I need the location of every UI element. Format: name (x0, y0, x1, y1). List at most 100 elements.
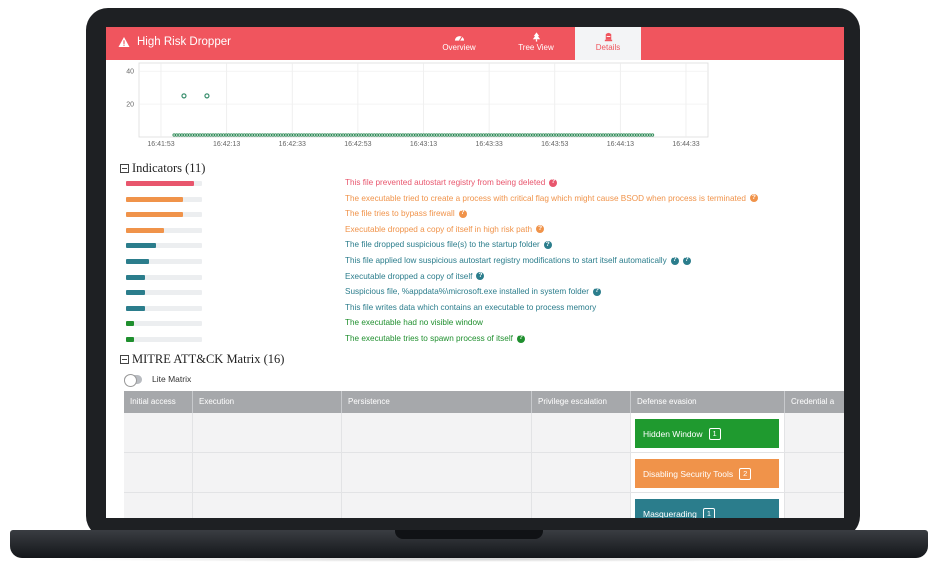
baseline-point (445, 133, 449, 137)
indicator-item: The executable tried to create a process… (345, 194, 758, 203)
x-tick-label: 16:43:13 (410, 141, 437, 148)
baseline-point (188, 133, 192, 137)
baseline-point (338, 133, 343, 137)
help-icon[interactable]: ? (670, 256, 679, 265)
matrix-cell (193, 493, 342, 518)
technique-label: Disabling Security Tools (643, 468, 734, 479)
matrix-cell (785, 493, 844, 518)
baseline-point (437, 133, 441, 137)
baseline-point (341, 133, 345, 137)
technique-chip[interactable]: Masquerading 1 (635, 499, 779, 518)
matrix-cell (342, 493, 532, 518)
baseline-point (292, 133, 296, 137)
help-icon[interactable]: ? (543, 240, 552, 249)
indicator-row: This file writes data which contains an … (126, 302, 826, 316)
baseline-point (398, 133, 402, 137)
baseline-point (411, 133, 415, 137)
help-icon[interactable]: ? (536, 225, 545, 234)
header-bar: High Risk Dropper Overview Tree View Det… (106, 27, 844, 60)
baseline-point (601, 133, 605, 137)
baseline-point (546, 133, 551, 137)
severity-bar (126, 181, 195, 186)
baseline-point (557, 133, 561, 137)
mitre-title: MITRE ATT&CK Matrix (16) (132, 352, 285, 366)
matrix-column-header[interactable]: Defense evasion (631, 391, 785, 413)
x-tick-label: 16:43:53 (541, 141, 568, 148)
help-icon[interactable]: ? (592, 287, 601, 296)
indicator-row: Executable dropped a copy of itself in h… (126, 224, 826, 238)
baseline-point (650, 133, 655, 137)
help-icon[interactable]: ? (749, 194, 758, 203)
tree-icon (532, 32, 540, 42)
baseline-point (247, 133, 252, 137)
baseline-point (175, 133, 179, 137)
severity-bar-track (126, 321, 202, 327)
technique-chip[interactable]: Disabling Security Tools 2 (635, 459, 779, 488)
baseline-point (263, 133, 267, 137)
baseline-point (323, 133, 327, 137)
baseline-point (229, 133, 233, 137)
baseline-point (627, 133, 631, 137)
lite-matrix-toggle-row: Lite Matrix (124, 373, 191, 387)
baseline-point (312, 133, 317, 137)
help-icon[interactable]: ? (516, 334, 525, 343)
matrix-column-header[interactable]: Initial access (124, 391, 193, 413)
baseline-point (258, 133, 262, 137)
baseline-point (396, 133, 400, 137)
help-icon[interactable]: ? (682, 256, 691, 265)
baseline-point (427, 133, 431, 137)
header-title: High Risk Dropper (118, 36, 231, 48)
baseline-point (250, 133, 254, 137)
baseline-point (604, 133, 608, 137)
baseline-point (645, 133, 649, 137)
baseline-point (232, 133, 236, 137)
data-point (181, 93, 187, 99)
baseline-point (198, 133, 202, 137)
baseline-point (219, 133, 223, 137)
indicators-heading[interactable]: Indicators (11) (120, 161, 205, 176)
baseline-point (580, 133, 584, 137)
baseline-point (214, 133, 218, 137)
baseline-point (479, 133, 483, 137)
baseline-point (507, 133, 512, 137)
technique-count-badge: 2 (739, 467, 752, 480)
baseline-point (562, 133, 566, 137)
lite-matrix-toggle[interactable] (124, 373, 142, 387)
indicator-row: This file applied low suspicious autosta… (126, 255, 826, 269)
tab-tree-view[interactable]: Tree View (503, 27, 569, 60)
matrix-column-header[interactable]: Persistence (342, 391, 532, 413)
baseline-point (583, 133, 587, 137)
details-icon (604, 32, 612, 42)
severity-bar (126, 243, 157, 249)
baseline-point (567, 133, 571, 137)
tab-details[interactable]: Details (575, 27, 641, 60)
severity-bar-track (126, 227, 202, 233)
warning-icon (118, 37, 130, 47)
collapse-icon (120, 355, 129, 364)
indicator-item: The file tries to bypass firewall? (345, 209, 467, 218)
help-icon[interactable]: ? (476, 272, 485, 281)
help-icon[interactable]: ? (458, 209, 467, 218)
indicator-item: Executable dropped a copy of itself? (345, 271, 485, 281)
tab-overview[interactable]: Overview (426, 27, 492, 60)
baseline-point (354, 133, 358, 137)
baseline-point (585, 133, 590, 137)
matrix-column-header[interactable]: Execution (193, 391, 342, 413)
baseline-point (393, 133, 397, 137)
help-icon[interactable]: ? (549, 178, 558, 187)
matrix-column-header[interactable]: Credential a (785, 391, 844, 413)
baseline-point (255, 133, 259, 137)
mitre-heading[interactable]: MITRE ATT&CK Matrix (16) (120, 352, 284, 367)
baseline-point (559, 133, 564, 137)
matrix-row: Hidden Window 1 (124, 413, 844, 453)
indicator-text: Executable dropped a copy of itself (345, 271, 473, 281)
severity-bar (126, 259, 149, 264)
baseline-point (414, 133, 418, 137)
baseline-point (172, 133, 176, 137)
technique-chip[interactable]: Hidden Window 1 (635, 419, 779, 448)
baseline-point (539, 133, 543, 137)
matrix-column-header[interactable]: Privilege escalation (532, 391, 631, 413)
baseline-point (515, 133, 519, 137)
baseline-point (372, 133, 376, 137)
indicator-row: The executable tries to spawn process of… (126, 333, 826, 347)
